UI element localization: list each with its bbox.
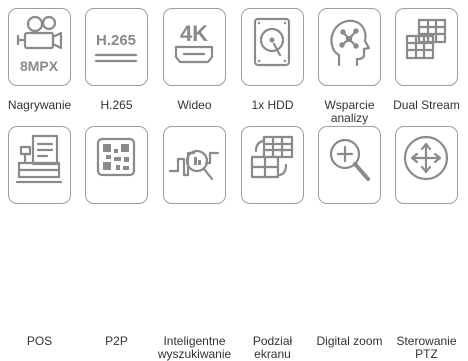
4k-hdmi-icon: 4K [174,21,214,64]
feature-digital-zoom-box [318,126,381,204]
feature-p2p-box [85,126,148,204]
feature-grid: 8MPX Nagrywanie H.265 H.265 4K Wideo 1x … [0,0,468,361]
feature-label-smart-search: Inteligentne wyszukiwanie [157,334,232,361]
feature-label-p2p: P2P [105,334,128,348]
feature-label-h265: H.265 [100,98,133,112]
feature-analytics-box [318,8,381,86]
feature-label-split-screen: Podział ekranu [252,334,293,361]
feature-ptz: Sterowanie PTZ [395,126,462,361]
feature-label-recording: Nagrywanie [7,98,72,112]
feature-dual-stream-box [395,8,458,86]
feature-video-box: 4K [163,8,226,86]
feature-dual-stream: Dual Stream [393,8,462,132]
feature-split-screen: Podział ekranu [241,126,308,361]
feature-label-digital-zoom: Digital zoom [316,334,383,348]
feature-p2p: P2P [85,126,152,348]
hard-disk-icon [253,17,291,67]
pos-terminal-icon [15,134,63,184]
feature-video: 4K Wideo [163,8,230,132]
split-screen-icon [250,135,294,179]
feature-ptz-box [395,126,458,204]
feature-label-ptz: Sterowanie PTZ [396,334,457,361]
h265-badge: H.265 [96,32,136,49]
feature-label-pos: POS [26,334,53,348]
feature-pos-box [8,126,71,204]
dual-stream-icon [405,18,447,60]
head-analytics-icon [330,19,371,67]
h265-codec-icon: H.265 [94,32,138,63]
ptz-arrows-icon [403,135,449,181]
feature-label-hdd: 1x HDD [251,98,294,112]
feature-hdd-box [241,8,304,86]
feature-analytics: Wsparcie analizy [318,8,385,132]
smart-search-icon [168,149,220,181]
feature-h265-box: H.265 [85,8,148,86]
recording-badge: 8MPX [20,58,59,74]
feature-digital-zoom: Digital zoom [316,126,385,348]
feature-recording-box: 8MPX [8,8,71,86]
video-camera-icon: 8MPX [16,15,63,74]
qr-code-icon [96,137,136,177]
feature-hdd: 1x HDD [241,8,308,132]
feature-label-dual-stream: Dual Stream [393,98,460,112]
feature-h265: H.265 H.265 [85,8,152,132]
feature-pos: POS [8,126,75,348]
zoom-icon [329,138,370,181]
feature-smart-search: Inteligentne wyszukiwanie [158,126,231,361]
feature-smart-search-box [163,126,226,204]
feature-split-screen-box [241,126,304,204]
feature-label-video: Wideo [177,98,212,112]
feature-label-analytics: Wsparcie analizy [324,98,375,125]
feature-recording: 8MPX Nagrywanie [8,8,75,132]
4k-badge: 4K [180,21,208,46]
